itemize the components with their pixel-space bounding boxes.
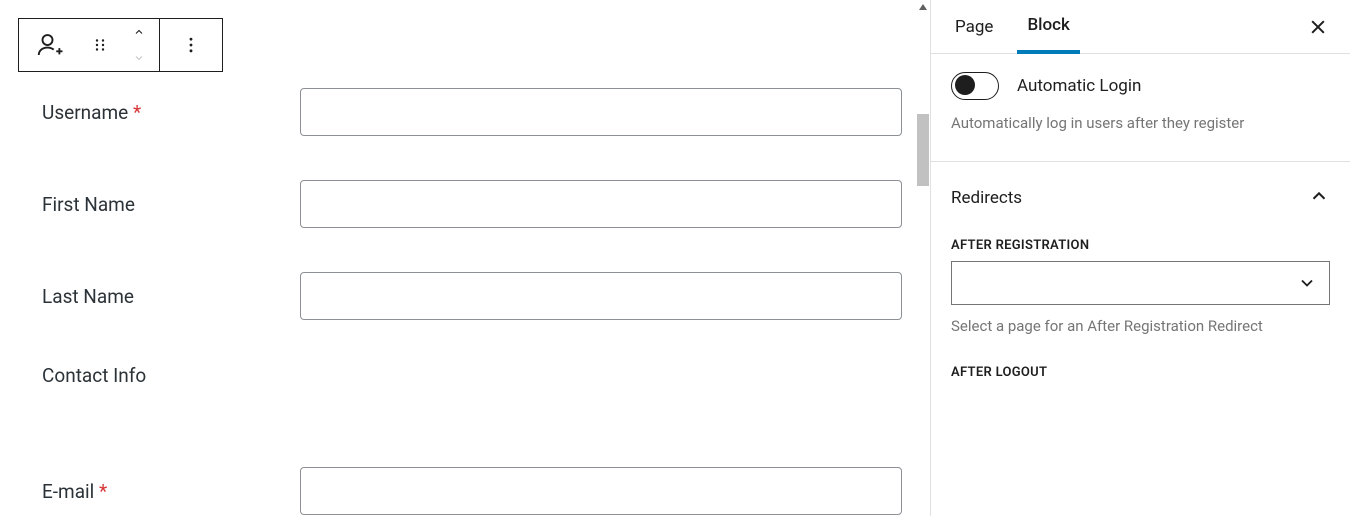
input-col: [300, 180, 912, 228]
redirects-header[interactable]: Redirects: [951, 176, 1330, 220]
close-icon: [1308, 17, 1328, 37]
drag-icon: [91, 36, 109, 54]
block-toolbar: [18, 18, 223, 72]
scroll-up-arrow[interactable]: [916, 0, 930, 14]
user-plus-icon: [35, 30, 65, 60]
editor-scrollbar[interactable]: [916, 0, 930, 516]
after-registration-help: Select a page for an After Registration …: [951, 315, 1330, 338]
form-fields: Username * First Name Last Name: [18, 88, 912, 515]
toolbar-group-options: [160, 19, 222, 71]
move-group: [119, 19, 159, 71]
move-up-button[interactable]: [119, 19, 159, 45]
close-sidebar-button[interactable]: [1300, 9, 1336, 45]
field-label-first-name: First Name: [42, 193, 300, 216]
username-input[interactable]: [300, 88, 902, 136]
scroll-thumb[interactable]: [917, 114, 929, 186]
last-name-input[interactable]: [300, 272, 902, 320]
chevron-down-icon: [129, 52, 149, 64]
label-text: Contact Info: [42, 364, 146, 387]
field-label-email: E-mail *: [42, 480, 300, 503]
auto-login-toggle[interactable]: [951, 72, 999, 100]
section-contact-info: Contact Info: [42, 364, 912, 387]
required-asterisk: *: [133, 101, 141, 124]
field-label-last-name: Last Name: [42, 285, 300, 308]
input-col: [300, 88, 912, 136]
sidebar-tabs: Page Block: [931, 0, 1350, 54]
field-row-last-name: Last Name: [42, 272, 912, 320]
input-col: [300, 272, 912, 320]
field-row-first-name: First Name: [42, 180, 912, 228]
first-name-input[interactable]: [300, 180, 902, 228]
input-col: [300, 467, 912, 515]
toolbar-group-block: [19, 19, 160, 71]
tab-page[interactable]: Page: [945, 0, 1003, 54]
label-text: Username: [42, 101, 128, 124]
label-text: Last Name: [42, 285, 134, 308]
auto-login-toggle-row: Automatic Login: [951, 72, 1330, 100]
toggle-knob: [955, 75, 975, 95]
tab-block[interactable]: Block: [1017, 0, 1079, 54]
label-text: E-mail: [42, 480, 94, 503]
chevron-up-icon: [129, 26, 149, 38]
settings-sidebar: Page Block Automatic Login Automatically…: [930, 0, 1350, 516]
after-registration-label: AFTER REGISTRATION: [951, 238, 1330, 253]
options-button[interactable]: [160, 19, 222, 71]
move-down-button[interactable]: [119, 45, 159, 71]
triangle-up-icon: [918, 2, 928, 12]
after-logout-label: AFTER LOGOUT: [951, 365, 1330, 380]
auto-login-panel: Automatic Login Automatically log in use…: [931, 54, 1350, 162]
kebab-icon: [181, 33, 201, 57]
auto-login-help: Automatically log in users after they re…: [951, 112, 1330, 135]
required-asterisk: *: [99, 480, 107, 503]
drag-handle[interactable]: [81, 19, 119, 71]
chevron-down-icon: [1297, 273, 1317, 293]
label-text: First Name: [42, 193, 135, 216]
section-label-contact-info: Contact Info: [42, 364, 300, 387]
after-registration-select[interactable]: [951, 261, 1330, 305]
email-input[interactable]: [300, 467, 902, 515]
field-row-email: E-mail *: [42, 467, 912, 515]
block-icon-button[interactable]: [19, 19, 81, 71]
field-row-username: Username *: [42, 88, 912, 136]
chevron-up-icon: [1308, 185, 1330, 207]
redirects-title: Redirects: [951, 188, 1022, 208]
redirects-panel: Redirects AFTER REGISTRATION Select a pa…: [931, 162, 1350, 411]
editor-canvas: Username * First Name Last Name: [0, 0, 930, 516]
field-label-username: Username *: [42, 101, 300, 124]
auto-login-label: Automatic Login: [1017, 76, 1141, 96]
redirects-caret: [1308, 185, 1330, 211]
